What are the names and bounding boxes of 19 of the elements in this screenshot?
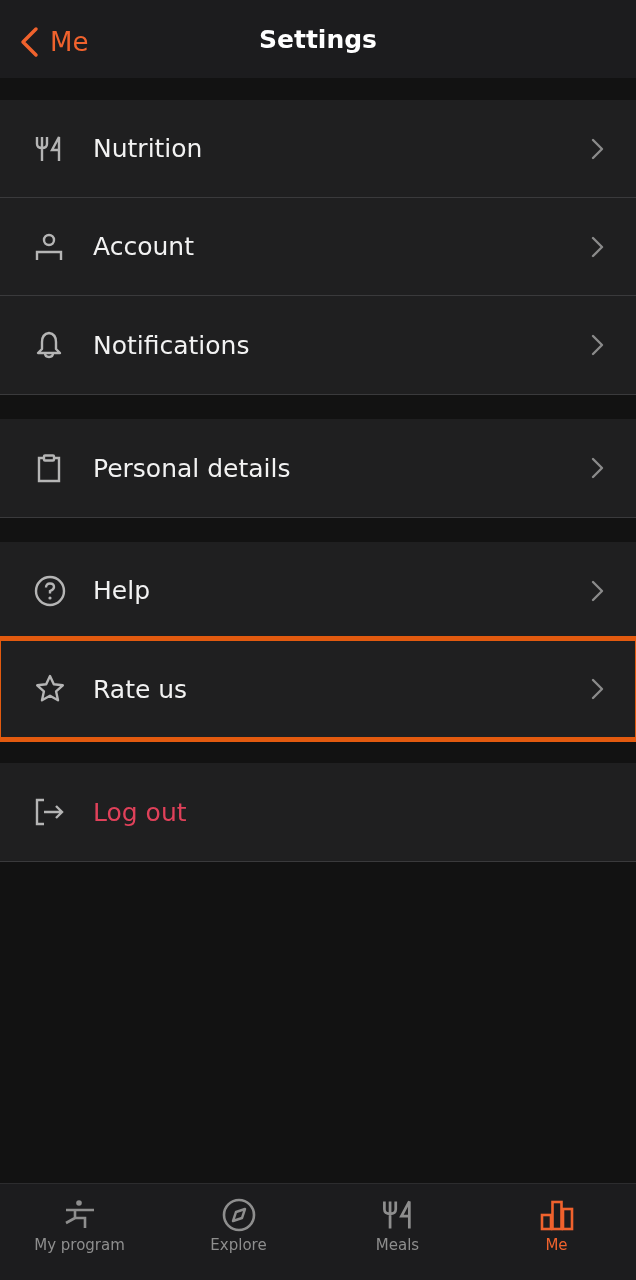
chevron-right-icon	[590, 333, 604, 357]
tab[interactable]: Explore	[159, 1184, 318, 1280]
bell-icon	[34, 330, 64, 360]
chevron-right-icon	[590, 136, 604, 161]
compass-icon	[221, 1198, 256, 1232]
tab[interactable]: Meals	[318, 1184, 477, 1280]
chevron-right-icon	[590, 234, 604, 259]
tab[interactable]: My program	[0, 1184, 159, 1280]
bar-chart-icon	[539, 1198, 574, 1232]
help-icon	[34, 574, 66, 607]
chevron-right-icon	[590, 456, 604, 480]
logout-icon	[34, 797, 66, 827]
screen-title: Settings	[259, 24, 377, 54]
chevron-right-icon	[590, 578, 604, 603]
chevron-right-icon	[590, 677, 604, 701]
person-icon	[34, 231, 64, 262]
tab[interactable]: Me	[477, 1184, 636, 1280]
back-button[interactable]: Me	[18, 26, 89, 58]
chevron-left-icon	[18, 26, 40, 58]
